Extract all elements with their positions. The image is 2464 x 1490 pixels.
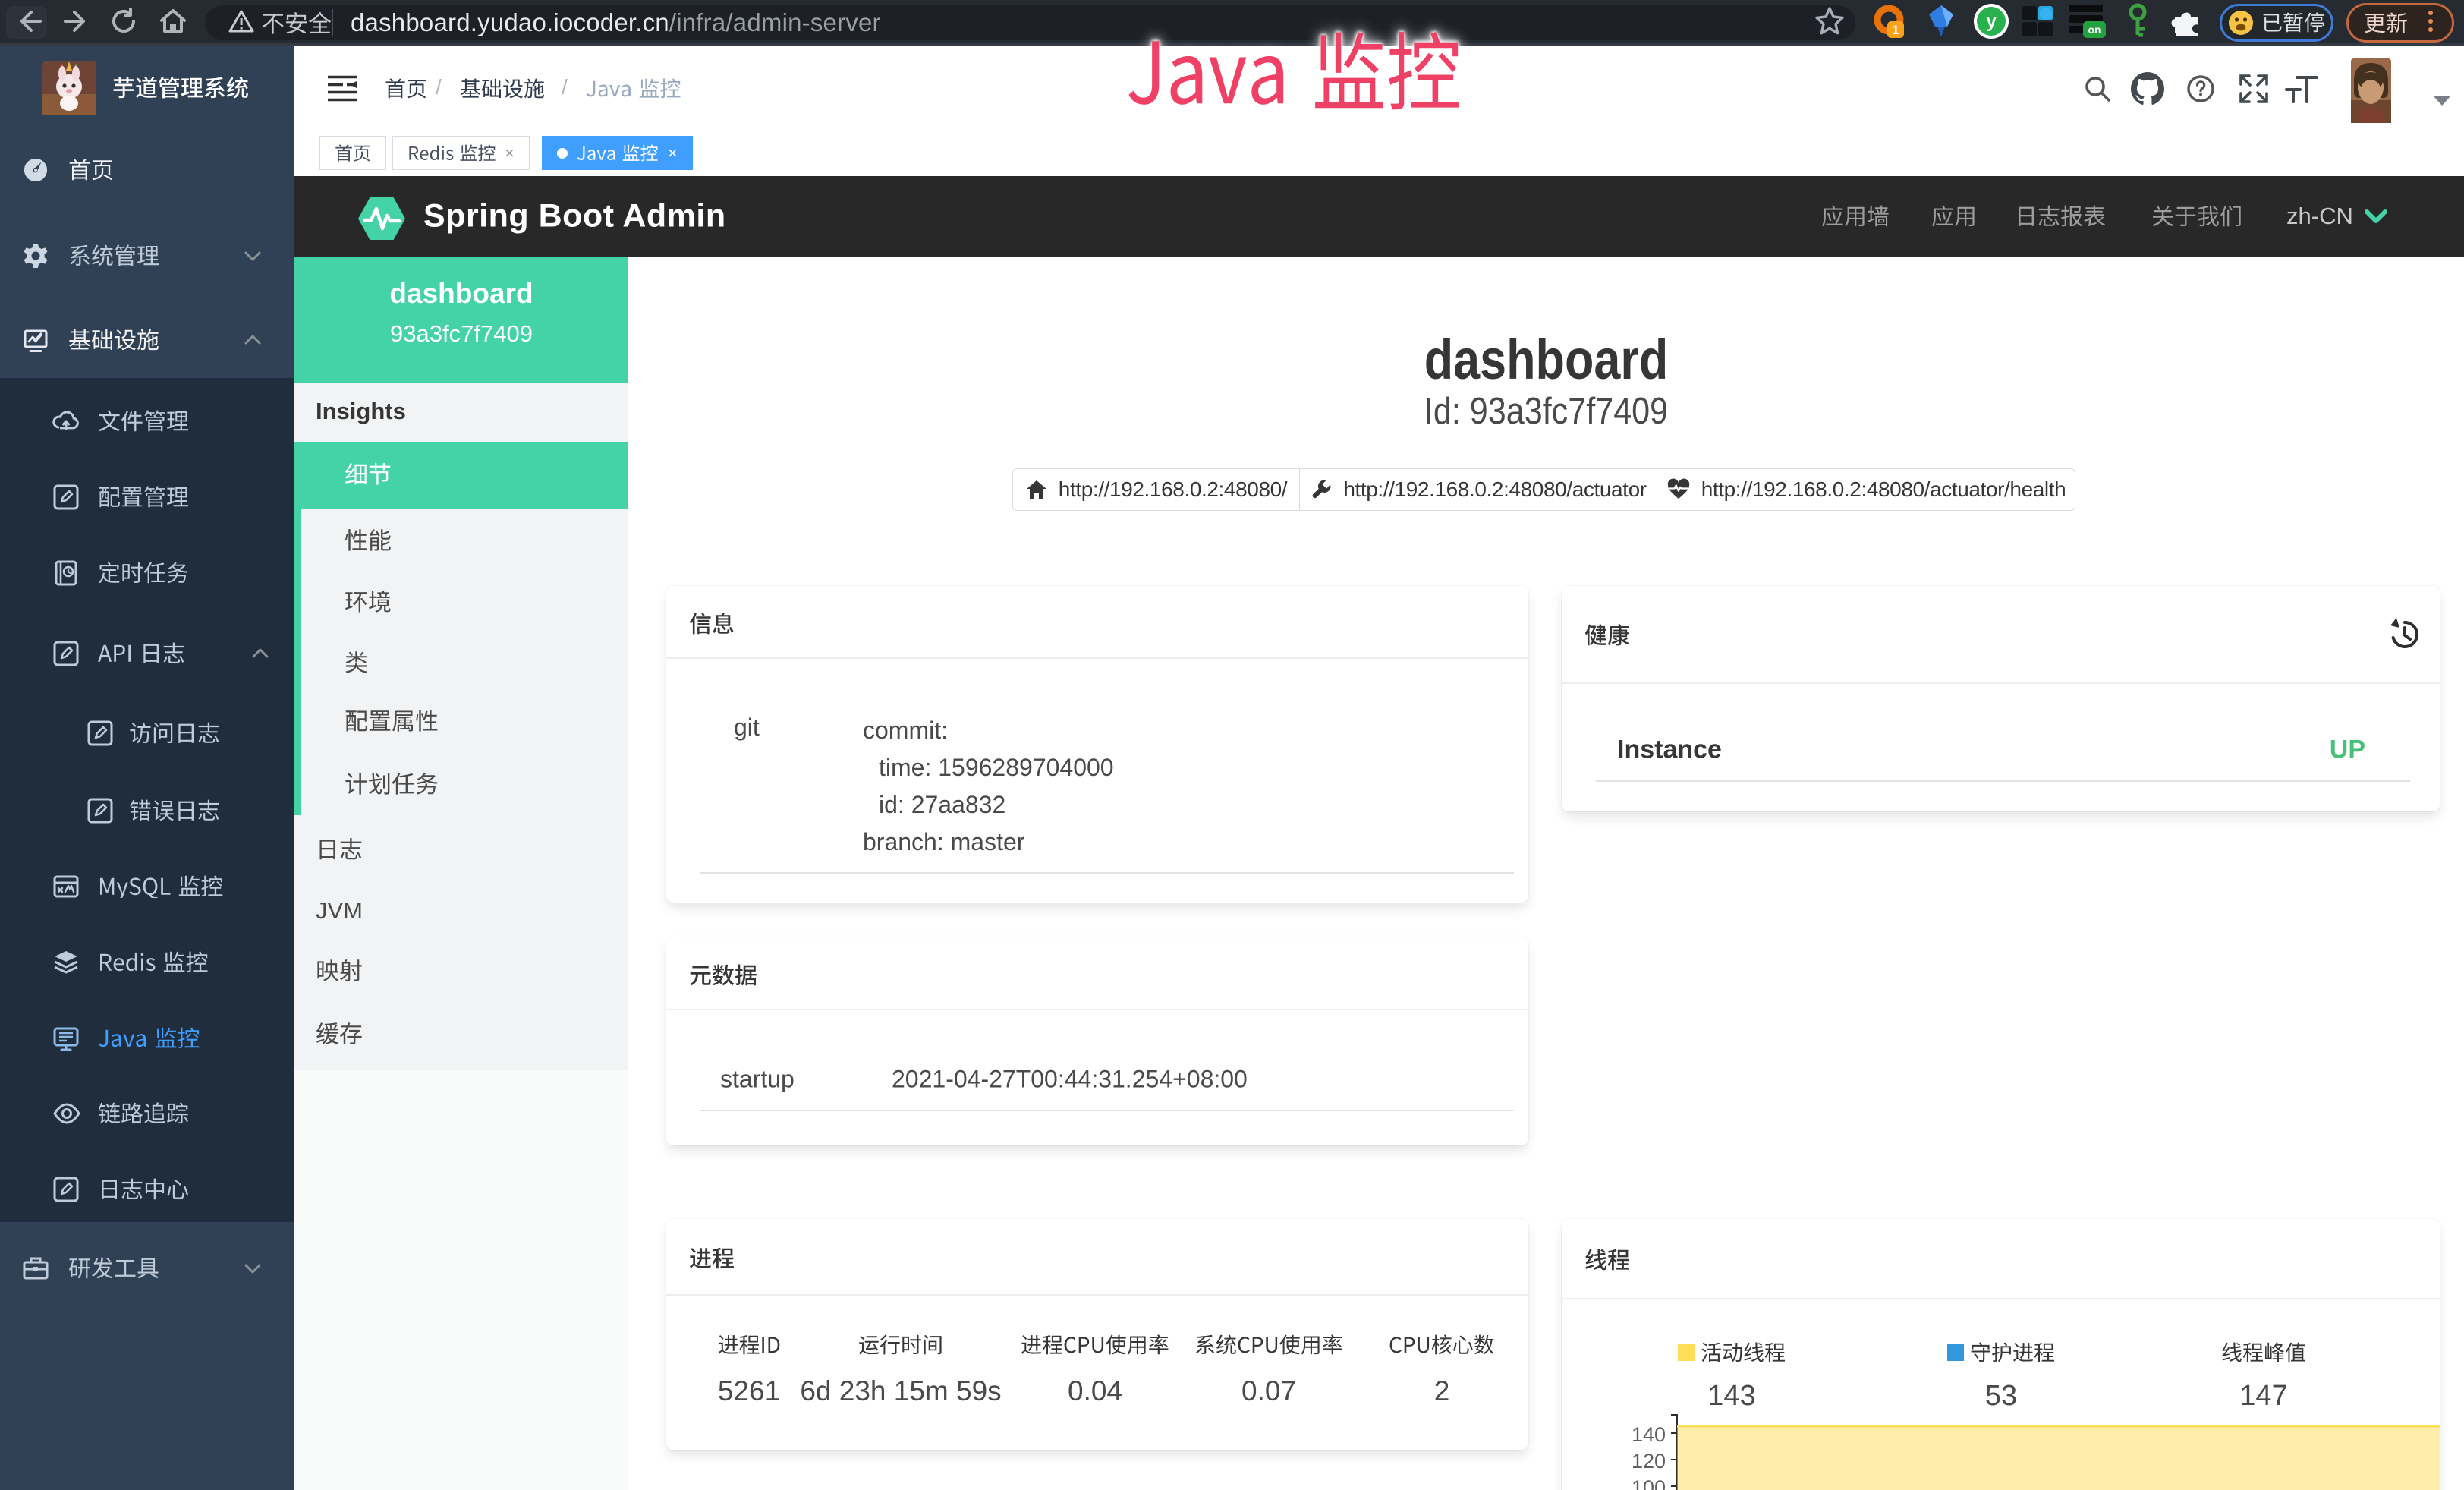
svg-text:on: on xyxy=(2088,24,2101,36)
svg-text:y: y xyxy=(1986,11,1997,32)
svg-text:1: 1 xyxy=(1892,23,1899,37)
